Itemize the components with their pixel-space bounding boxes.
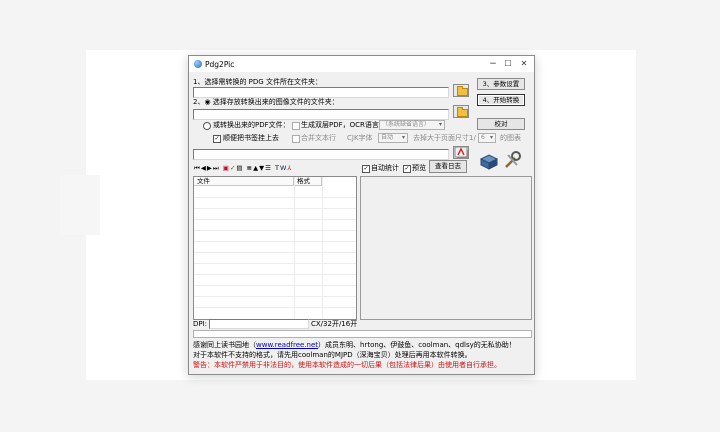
- params-button[interactable]: 3、参数设置: [477, 78, 525, 90]
- column-header-format[interactable]: 格式: [294, 177, 322, 186]
- list-toolbar: ⏮◀▶⏭ ▣✓▤ ≣▲▼☰ TW⅄: [194, 164, 292, 173]
- tools-icon[interactable]: [502, 150, 522, 170]
- bookmark-checkbox[interactable]: ✓: [213, 135, 221, 143]
- column-divider: [322, 177, 323, 319]
- column-divider: [294, 177, 295, 319]
- step2-label[interactable]: 2、◉ 选择存放转换出来的图像文件的文件夹：: [193, 98, 339, 107]
- auto-stats-label: 自动统计: [371, 164, 399, 172]
- ocr-language-select[interactable]: （系统缺省语言）: [379, 120, 445, 130]
- output-folder-field[interactable]: [193, 109, 449, 120]
- format-note: 对于本软件不支持的格式，请先用coolman的MJPD（深海宝贝）处理后再用本软…: [193, 351, 472, 359]
- grid-line: [194, 285, 356, 286]
- pdf-small-icon[interactable]: ⅄: [287, 164, 292, 172]
- progress-bar: [193, 330, 532, 338]
- first-icon[interactable]: ⏮: [194, 164, 201, 172]
- grid-line: [194, 307, 356, 308]
- remove-big-suffix: 的图表: [500, 134, 521, 142]
- credits-prefix: 感谢同上读书园地（: [193, 341, 256, 349]
- close-button[interactable]: ✕: [515, 58, 533, 70]
- pdg2pic-window: Pdg2Pic − ☐ ✕ 1、选择需转换的 PDG 文件所在文件夹： 3、参数…: [188, 55, 535, 375]
- window-title: Pdg2Pic: [205, 60, 235, 69]
- folder-icon: [457, 107, 468, 117]
- pdf-output-label: 或转换出来的PDF文件：: [213, 121, 290, 129]
- step1-label: 1、选择需转换的 PDG 文件所在文件夹：: [193, 78, 322, 86]
- pdf-output-radio[interactable]: [203, 122, 211, 130]
- last-icon[interactable]: ⏭: [213, 164, 220, 172]
- convert-gear-icon[interactable]: [479, 151, 499, 171]
- grid-line: [194, 219, 356, 220]
- folder-icon: [457, 86, 468, 96]
- grid-line: [194, 197, 356, 198]
- merge-text-label: 合并文本行: [301, 134, 336, 142]
- preview-checkbox[interactable]: ✓: [403, 165, 411, 173]
- grid-line: [194, 241, 356, 242]
- credits-line: 感谢同上读书园地（www.readfree.net）成员东明、hrtong、伊鼓…: [193, 341, 516, 350]
- legal-warning: 警告：本软件严禁用于非法目的，使用本软件造成的一切后果（包括法律后果）由使用者自…: [193, 361, 501, 369]
- title-bar[interactable]: Pdg2Pic − ☐ ✕: [189, 56, 534, 72]
- remove-big-label: 去掉大于页面尺寸1/: [413, 134, 476, 142]
- dpi-label: DPI:: [193, 320, 208, 328]
- proofread-button[interactable]: 校对: [477, 118, 525, 130]
- readfree-link[interactable]: www.readfree.net: [256, 341, 318, 349]
- start-convert-button[interactable]: 4、开始转换: [477, 94, 525, 106]
- page-size-label: CX/32开/16开: [311, 320, 358, 328]
- pdf-file-field[interactable]: [193, 149, 449, 160]
- copy-icon[interactable]: ▣: [223, 164, 230, 172]
- browse-source-button[interactable]: [453, 84, 469, 97]
- auto-stats-checkbox[interactable]: ✓: [362, 165, 370, 173]
- credits-suffix: ）成员东明、hrtong、伊鼓鱼、coolman、qdlsy的无私协助！: [318, 341, 516, 349]
- background-ghost-panel: [60, 175, 100, 235]
- browse-output-button[interactable]: [453, 105, 469, 118]
- source-folder-field[interactable]: [193, 87, 449, 98]
- grid-line: [194, 252, 356, 253]
- column-header-file[interactable]: 文件: [194, 177, 294, 186]
- app-icon: [194, 60, 202, 68]
- double-layer-checkbox[interactable]: [292, 122, 300, 130]
- view-log-button[interactable]: 查看日志: [429, 160, 467, 173]
- grid-line: [194, 274, 356, 275]
- dpi-field[interactable]: [209, 319, 309, 329]
- file-list[interactable]: 文件 格式: [193, 176, 357, 320]
- cjk-font-select[interactable]: 自动: [378, 133, 408, 143]
- bookmark-label: 顺便把书签挂上去: [223, 134, 279, 142]
- double-layer-label: 生成双层PDF，OCR语言: [301, 121, 379, 129]
- sort-icon[interactable]: ☰: [265, 164, 272, 172]
- ratio-select[interactable]: 6: [478, 133, 496, 143]
- grid-line: [194, 230, 356, 231]
- cjk-font-label: CJK字体: [347, 134, 373, 142]
- grid-line: [194, 296, 356, 297]
- page-icon[interactable]: ▤: [236, 164, 243, 172]
- grid-line: [194, 263, 356, 264]
- preview-panel: [360, 176, 532, 320]
- pdf-icon[interactable]: [454, 146, 468, 158]
- merge-text-checkbox[interactable]: [292, 135, 300, 143]
- preview-label: 预览: [412, 164, 426, 172]
- grid-line: [194, 208, 356, 209]
